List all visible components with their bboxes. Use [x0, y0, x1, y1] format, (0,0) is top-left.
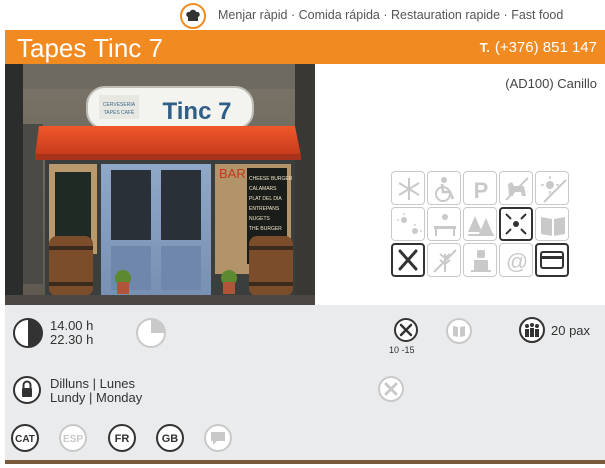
category-label: Menjar ràpid · Comida rápida · Restaurat… — [218, 8, 564, 22]
chef-hat-icon — [180, 3, 206, 29]
language-fr-label: FR — [115, 433, 130, 445]
address: (AD100) Canillo — [505, 76, 597, 91]
restaurant-header: Tapes Tinc 7 T. (+376) 851 147 — [5, 30, 605, 64]
language-esp-icon: ESP — [58, 423, 88, 453]
menu-book-small-icon — [445, 317, 473, 350]
bar-label: BAR — [219, 166, 246, 181]
svg-text:P: P — [474, 178, 489, 203]
svg-text:CALAMARS: CALAMARS — [249, 186, 277, 192]
language-gb-label: GB — [162, 433, 179, 445]
restaurant-name: Tapes Tinc 7 — [17, 33, 163, 63]
language-gb-icon: GB — [155, 423, 185, 453]
air-conditioning-icon — [391, 171, 425, 205]
info-panel: 14.00 h 22.30 h 10 -15 20 pax Dilluns | … — [5, 305, 605, 460]
closed-x-icon — [377, 375, 405, 408]
menu-price: 10 -15 — [389, 345, 415, 355]
sunny-terrace-icon — [391, 207, 425, 241]
bottom-divider — [5, 460, 605, 464]
chef-icon — [463, 243, 497, 277]
no-dogs-icon — [499, 171, 533, 205]
language-cat-icon: CAT — [10, 423, 40, 453]
language-fr-icon: FR — [107, 423, 137, 453]
clock-secondary-icon — [135, 317, 167, 354]
closed-days-foreign: Lundy | Monday — [50, 390, 143, 405]
menu-book-icon — [535, 207, 569, 241]
svg-text:TAPES CAFÈ: TAPES CAFÈ — [104, 109, 135, 116]
language-esp-label: ESP — [63, 434, 83, 445]
phone-number[interactable]: T. (+376) 851 147 — [480, 39, 597, 56]
outdoor-seating-icon — [427, 207, 461, 241]
svg-text:ENTREPANS: ENTREPANS — [249, 206, 280, 212]
hours-close: 22.30 h — [50, 332, 94, 347]
svg-text:THE BURGER: THE BURGER — [249, 226, 282, 232]
sign-text: Tinc 7 — [163, 98, 232, 125]
svg-text:@: @ — [506, 249, 528, 274]
clock-icon — [12, 317, 44, 354]
lock-icon — [12, 375, 42, 410]
gluten-free-icon — [427, 243, 461, 277]
closed-days-local: Dilluns | Lunes — [50, 376, 136, 391]
speech-bubble-icon — [203, 423, 233, 453]
restaurant-photo: CERVESERIA TAPES CAFÈ Tinc 7 BAR CHEESE … — [5, 64, 315, 305]
phone-value: (+376) 851 147 — [494, 39, 597, 56]
mountain-view-icon — [463, 207, 497, 241]
center-location-icon — [499, 207, 533, 241]
terrace-sun-icon — [535, 171, 569, 205]
svg-text:NUGETS: NUGETS — [249, 216, 271, 222]
svg-text:CHEESE BURGER: CHEESE BURGER — [249, 176, 293, 182]
svg-text:PLAT DEL DIA: PLAT DEL DIA — [249, 196, 282, 202]
capacity: 20 pax — [551, 323, 591, 338]
wheelchair-icon — [427, 171, 461, 205]
hours-open: 14.00 h — [50, 318, 94, 333]
sign-small-text: CERVESERIA — [103, 102, 136, 108]
people-icon — [518, 316, 546, 349]
parking-icon: P — [463, 171, 497, 205]
internet-icon: @ — [499, 243, 533, 277]
menu-price-icon — [393, 317, 419, 348]
language-cat-label: CAT — [15, 434, 35, 445]
credit-card-icon — [535, 243, 569, 277]
category-bar: Menjar ràpid · Comida rápida · Restaurat… — [0, 0, 605, 30]
phone-prefix: T. — [479, 40, 490, 55]
cutlery-icon — [391, 243, 425, 277]
